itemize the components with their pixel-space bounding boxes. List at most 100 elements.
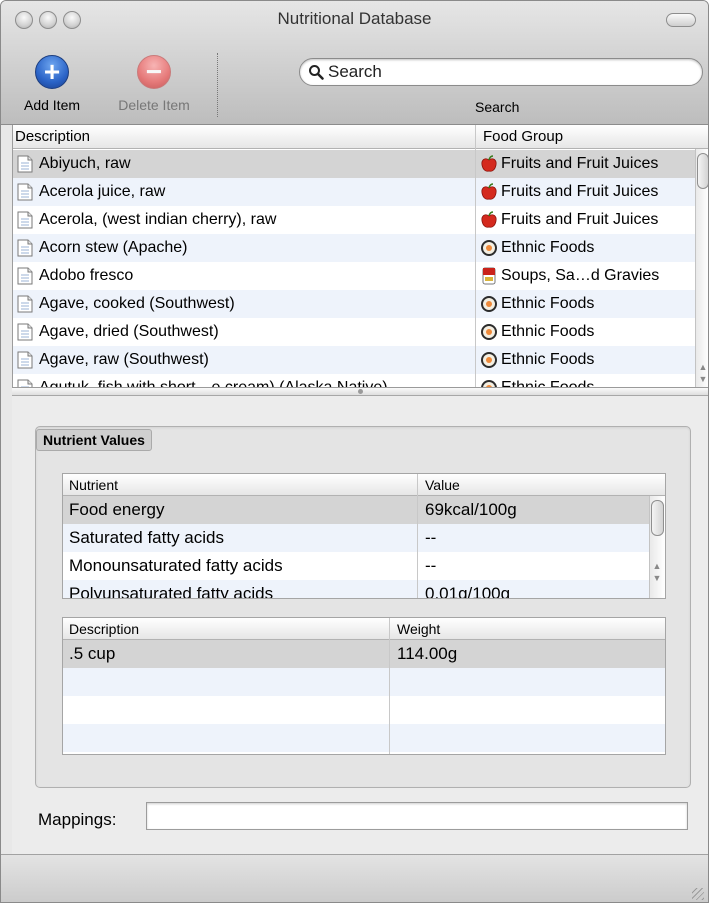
nutrient-name: Food energy bbox=[69, 500, 165, 519]
food-description: Agave, cooked (Southwest) bbox=[39, 295, 235, 312]
food-row[interactable]: Acerola, (west indian cherry), raw Fruits… bbox=[13, 206, 696, 234]
weights-table-header: Description Weight bbox=[63, 618, 665, 640]
food-row[interactable]: Agave, cooked (Southwest) Ethnic Foods bbox=[13, 290, 696, 318]
sushi-icon bbox=[479, 350, 499, 370]
toolbar-toggle-button[interactable] bbox=[666, 13, 696, 27]
window-title: Nutritional Database bbox=[277, 9, 432, 28]
document-icon bbox=[17, 379, 33, 387]
food-group: Soups, Sa…d Gravies bbox=[501, 267, 660, 284]
food-group: Ethnic Foods bbox=[501, 295, 595, 312]
plus-icon: + bbox=[35, 55, 69, 89]
empty-row bbox=[63, 724, 665, 752]
food-row[interactable]: Agutuk, fish with short…e cream) (Alaska… bbox=[13, 374, 696, 387]
nutrient-row[interactable]: Saturated fatty acids -- bbox=[63, 524, 649, 552]
splitter-handle-icon bbox=[358, 389, 363, 394]
toolbar-separator bbox=[217, 53, 218, 117]
add-item-button[interactable]: + Add Item bbox=[9, 55, 95, 113]
nutrient-row[interactable]: Polyunsaturated fatty acids 0.01g/100g bbox=[63, 580, 649, 599]
nutrients-table-header: Nutrient Value bbox=[63, 474, 665, 496]
search-input[interactable] bbox=[328, 62, 688, 82]
food-row[interactable]: Agave, raw (Southwest) Ethnic Foods bbox=[13, 346, 696, 374]
scroll-thumb[interactable] bbox=[651, 500, 664, 536]
weight-value: 114.00g bbox=[397, 644, 458, 663]
scroll-down-arrow-icon[interactable]: ▼ bbox=[696, 373, 708, 385]
mappings-label: Mappings: bbox=[38, 810, 117, 829]
food-row[interactable]: Abiyuch, raw Fruits and Fruit Juices bbox=[13, 150, 696, 178]
document-icon bbox=[17, 323, 33, 341]
sushi-icon bbox=[479, 378, 499, 387]
column-header-weight[interactable]: Weight bbox=[397, 621, 440, 637]
document-icon bbox=[17, 351, 33, 369]
sushi-icon bbox=[479, 322, 499, 342]
food-description: Acorn stew (Apache) bbox=[39, 239, 188, 256]
food-description: Acerola, (west indian cherry), raw bbox=[39, 211, 277, 228]
document-icon bbox=[17, 295, 33, 313]
minus-icon: − bbox=[137, 55, 171, 89]
food-row[interactable]: Acerola juice, raw Fruits and Fruit Juice… bbox=[13, 178, 696, 206]
split-view-divider[interactable] bbox=[12, 387, 708, 396]
search-label: Search bbox=[475, 99, 520, 115]
nutrients-table[interactable]: Nutrient Value Food energy 69kcal/100g Sat… bbox=[62, 473, 666, 599]
nutrients-scrollbar[interactable]: ▲ ▼ bbox=[649, 496, 665, 598]
delete-item-label: Delete Item bbox=[118, 97, 190, 113]
nutrient-row[interactable]: Monounsaturated fatty acids -- bbox=[63, 552, 649, 580]
column-divider bbox=[417, 474, 418, 598]
foods-scrollbar[interactable]: ▲ ▼ bbox=[695, 149, 708, 387]
food-group: Ethnic Foods bbox=[501, 379, 594, 387]
weight-row[interactable]: .5 cup 114.00g bbox=[63, 640, 665, 668]
app-window: Nutritional Database + Add Item − Delete… bbox=[0, 0, 709, 903]
food-group: Fruits and Fruit Juices bbox=[501, 211, 659, 228]
food-description: Acerola juice, raw bbox=[39, 183, 166, 200]
resize-grip-icon[interactable] bbox=[692, 888, 704, 900]
search-field[interactable] bbox=[299, 58, 703, 86]
food-row[interactable]: Agave, dried (Southwest) Ethnic Foods bbox=[13, 318, 696, 346]
column-header-weight-description[interactable]: Description bbox=[69, 621, 139, 637]
document-icon bbox=[17, 183, 33, 201]
foods-table[interactable]: Description Food Group Abiyuch, raw Fruit… bbox=[12, 125, 708, 387]
nutrient-value: 0.01g/100g bbox=[425, 584, 511, 599]
column-header-value[interactable]: Value bbox=[425, 477, 460, 493]
sushi-icon bbox=[479, 238, 499, 258]
apple-icon bbox=[479, 182, 499, 202]
weight-description: .5 cup bbox=[69, 644, 116, 663]
nutrient-values-box: Nutrient Value Food energy 69kcal/100g Sat… bbox=[35, 426, 691, 788]
detail-pane: Nutrient Value Food energy 69kcal/100g Sat… bbox=[12, 396, 708, 854]
nutrient-name: Polyunsaturated fatty acids bbox=[69, 584, 274, 599]
food-group: Fruits and Fruit Juices bbox=[501, 155, 659, 172]
scroll-down-arrow-icon[interactable]: ▼ bbox=[650, 572, 664, 584]
mappings-field[interactable] bbox=[146, 802, 688, 830]
bottom-bar bbox=[1, 854, 708, 902]
scroll-up-arrow-icon[interactable]: ▲ bbox=[650, 560, 664, 572]
weights-table[interactable]: Description Weight .5 cup 114.00g bbox=[62, 617, 666, 755]
food-row[interactable]: Adobo fresco Soups, Sa…d Gravies bbox=[13, 262, 696, 290]
apple-icon bbox=[479, 154, 499, 174]
nutrient-row[interactable]: Food energy 69kcal/100g bbox=[63, 496, 649, 524]
apple-icon bbox=[479, 210, 499, 230]
document-icon bbox=[17, 155, 33, 173]
soup-can-icon bbox=[479, 266, 499, 286]
scroll-up-arrow-icon[interactable]: ▲ bbox=[696, 361, 708, 373]
food-description: Agutuk, fish with short…e cream) (Alaska… bbox=[39, 379, 388, 387]
food-description: Abiyuch, raw bbox=[39, 155, 131, 172]
column-header-description[interactable]: Description bbox=[15, 128, 90, 145]
scroll-thumb[interactable] bbox=[697, 153, 708, 189]
nutrient-value: -- bbox=[425, 528, 437, 547]
sushi-icon bbox=[479, 294, 499, 314]
nutrient-values-title: Nutrient Values bbox=[36, 429, 152, 451]
food-group: Ethnic Foods bbox=[501, 351, 595, 368]
food-row[interactable]: Acorn stew (Apache) Ethnic Foods bbox=[13, 234, 696, 262]
toolbar: Nutritional Database + Add Item − Delete… bbox=[1, 1, 708, 125]
add-item-label: Add Item bbox=[23, 97, 81, 113]
nutrient-value: 69kcal/100g bbox=[425, 500, 517, 519]
delete-item-button[interactable]: − Delete Item bbox=[107, 55, 201, 113]
column-header-nutrient[interactable]: Nutrient bbox=[69, 477, 118, 493]
empty-row bbox=[63, 696, 665, 724]
empty-row bbox=[63, 668, 665, 696]
food-group: Ethnic Foods bbox=[501, 239, 595, 256]
nutrient-name: Saturated fatty acids bbox=[69, 528, 224, 547]
column-header-food-group[interactable]: Food Group bbox=[483, 128, 563, 145]
column-divider bbox=[389, 618, 390, 754]
nutrient-value: -- bbox=[425, 556, 437, 575]
foods-table-header: Description Food Group bbox=[13, 125, 708, 149]
nutrient-name: Monounsaturated fatty acids bbox=[69, 556, 283, 575]
